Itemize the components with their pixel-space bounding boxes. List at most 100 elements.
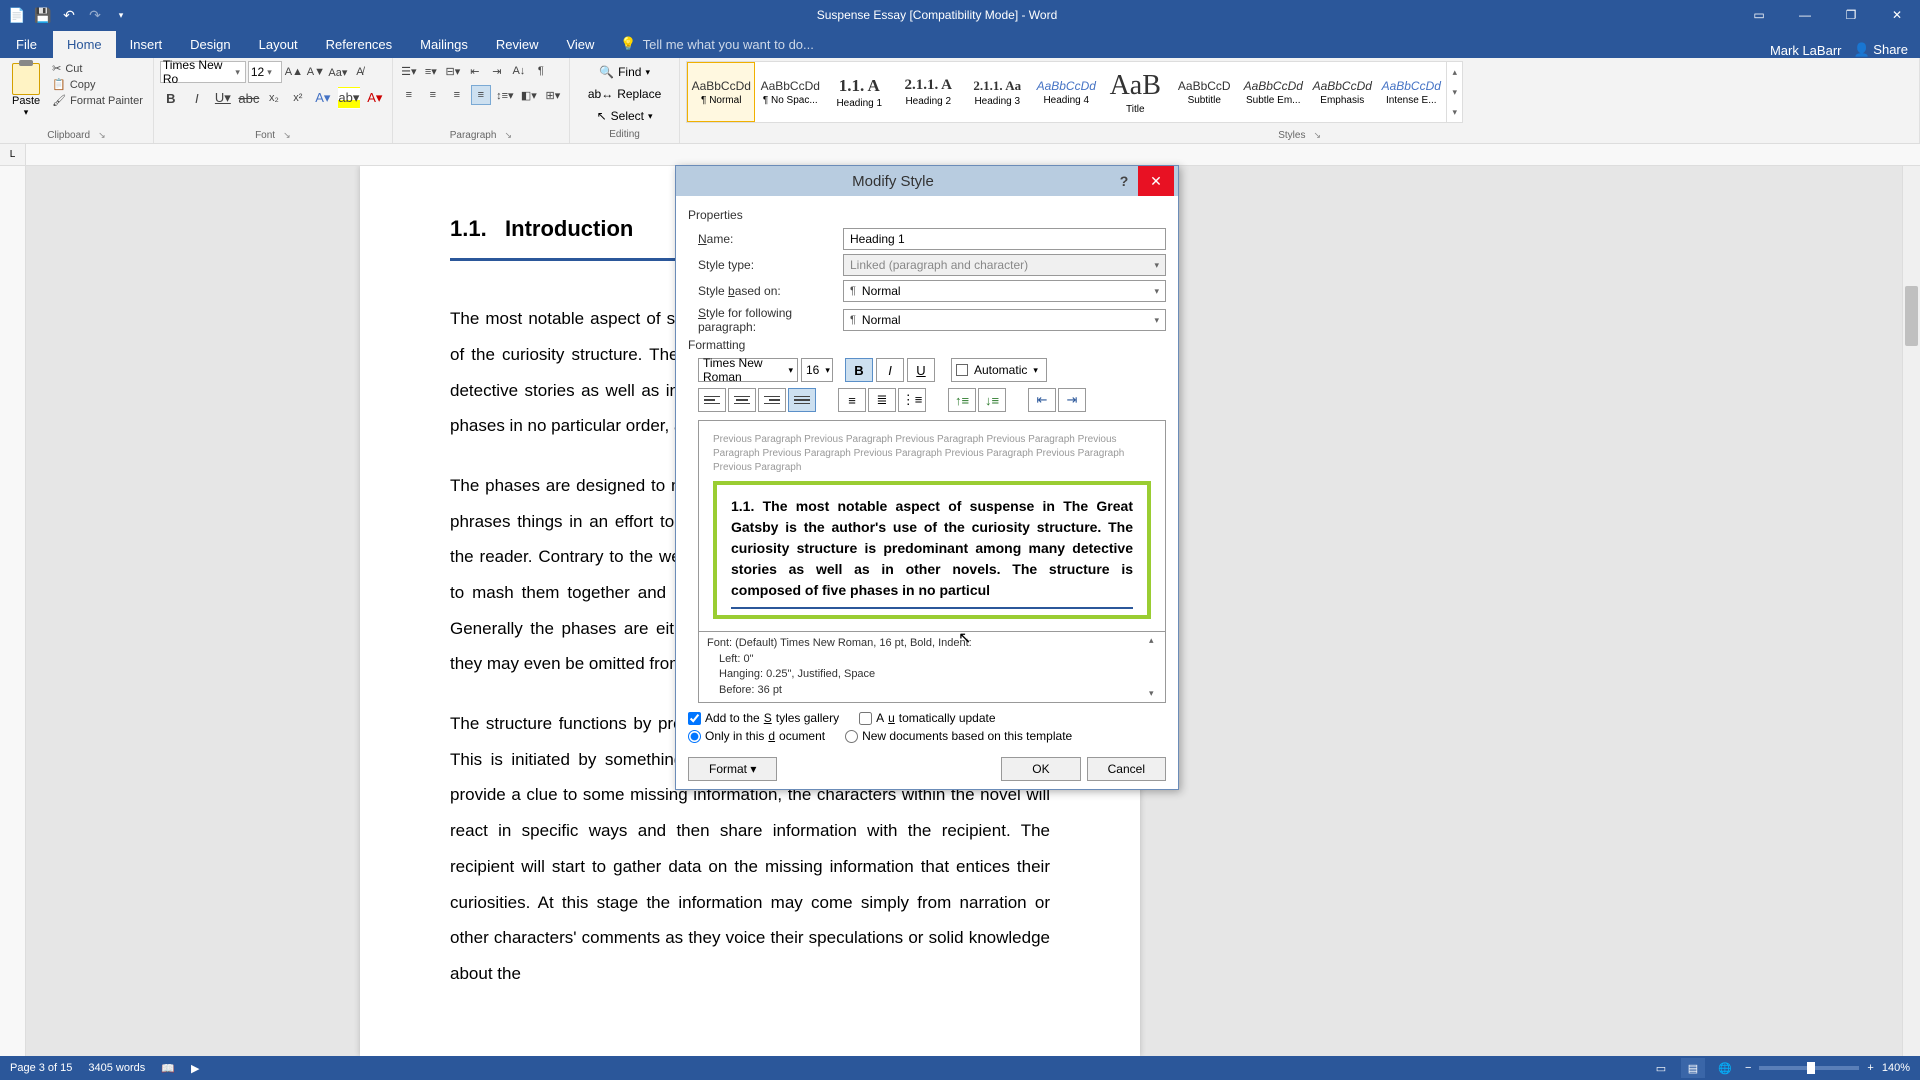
zoom-slider[interactable] <box>1759 1066 1859 1070</box>
find-button[interactable]: 🔍Find ▾ <box>593 63 656 81</box>
bold-button[interactable]: B <box>160 87 182 109</box>
following-combo[interactable]: ¶Normal▾ <box>843 309 1166 331</box>
dlg-spacing-15[interactable]: ≣ <box>868 388 896 412</box>
borders-button[interactable]: ⊞▾ <box>543 85 563 105</box>
dlg-align-left[interactable] <box>698 388 726 412</box>
dlg-align-justify[interactable] <box>788 388 816 412</box>
add-to-gallery-checkbox[interactable]: Add to the Styles gallery <box>688 711 839 725</box>
user-name[interactable]: Mark LaBarr <box>1770 43 1842 58</box>
tab-home[interactable]: Home <box>53 31 116 58</box>
styles-row-down[interactable]: ▾ <box>1447 82 1462 102</box>
style-item-heading-2[interactable]: 2.1.1. AHeading 2 <box>894 62 962 122</box>
redo-icon[interactable]: ↷ <box>86 6 104 24</box>
style-item-heading-4[interactable]: AaBbCcDdHeading 4 <box>1032 62 1100 122</box>
align-center-button[interactable]: ≡ <box>423 85 443 105</box>
new-documents-radio[interactable]: New documents based on this template <box>845 729 1072 743</box>
vertical-scrollbar[interactable] <box>1902 166 1920 1056</box>
tab-insert[interactable]: Insert <box>116 31 177 58</box>
align-right-button[interactable]: ≡ <box>447 85 467 105</box>
format-button[interactable]: Format ▾ <box>688 757 777 781</box>
vertical-ruler[interactable] <box>0 166 26 1056</box>
font-combo[interactable]: Times New Roman▾ <box>698 358 798 382</box>
styles-row-up[interactable]: ▴ <box>1447 62 1462 82</box>
color-combo[interactable]: Automatic▾ <box>951 358 1047 382</box>
desc-scroll-down[interactable]: ▾ <box>1149 687 1163 700</box>
sort-button[interactable]: A↓ <box>509 61 529 81</box>
change-case-icon[interactable]: Aa▾ <box>328 62 348 82</box>
bullets-button[interactable]: ☰▾ <box>399 61 419 81</box>
highlight-button[interactable]: ab▾ <box>338 87 360 109</box>
dlg-italic-button[interactable]: I <box>876 358 904 382</box>
show-marks-button[interactable]: ¶ <box>531 61 551 81</box>
auto-update-checkbox[interactable]: Automatically update <box>859 711 995 725</box>
style-item-emphasis[interactable]: AaBbCcDdEmphasis <box>1308 62 1376 122</box>
font-color-button[interactable]: A▾ <box>364 87 386 109</box>
dlg-align-center[interactable] <box>728 388 756 412</box>
cancel-button[interactable]: Cancel <box>1087 757 1166 781</box>
underline-button[interactable]: U▾ <box>212 87 234 109</box>
dlg-space-before[interactable]: ↑≡ <box>948 388 976 412</box>
justify-button[interactable]: ≡ <box>471 85 491 105</box>
ribbon-display-icon[interactable]: ▭ <box>1736 0 1782 30</box>
undo-icon[interactable]: ↶ <box>60 6 78 24</box>
word-count[interactable]: 3405 words <box>88 1062 145 1074</box>
help-button[interactable]: ? <box>1110 169 1138 193</box>
tab-review[interactable]: Review <box>482 31 553 58</box>
dlg-align-right[interactable] <box>758 388 786 412</box>
style-item-heading-1[interactable]: 1.1. AHeading 1 <box>825 62 893 122</box>
zoom-out-button[interactable]: − <box>1745 1062 1751 1074</box>
style-item-heading-3[interactable]: 2.1.1. AaHeading 3 <box>963 62 1031 122</box>
line-spacing-button[interactable]: ↕≡▾ <box>495 85 515 105</box>
font-size-combo[interactable]: 12▾ <box>248 61 282 83</box>
close-button[interactable]: ✕ <box>1874 0 1920 30</box>
text-effects-button[interactable]: A▾ <box>312 87 334 109</box>
tab-view[interactable]: View <box>552 31 608 58</box>
style-item--no-spac-[interactable]: AaBbCcDd¶ No Spac... <box>756 62 824 122</box>
paste-button[interactable]: Paste ▾ <box>6 61 46 130</box>
scrollbar-thumb[interactable] <box>1905 286 1918 346</box>
dialog-close-button[interactable]: ✕ <box>1138 166 1174 196</box>
style-item--normal[interactable]: AaBbCcDd¶ Normal <box>687 62 755 122</box>
cut-button[interactable]: ✂Cut <box>48 61 147 76</box>
tab-mailings[interactable]: Mailings <box>406 31 482 58</box>
tab-file[interactable]: File <box>0 31 53 58</box>
page-indicator[interactable]: Page 3 of 15 <box>10 1062 72 1074</box>
dlg-spacing-single[interactable]: ≡ <box>838 388 866 412</box>
style-item-intense-e-[interactable]: AaBbCcDdIntense E... <box>1377 62 1445 122</box>
print-layout-button[interactable]: ▤ <box>1681 1058 1705 1078</box>
italic-button[interactable]: I <box>186 87 208 109</box>
maximize-button[interactable]: ❐ <box>1828 0 1874 30</box>
size-combo[interactable]: 16▾ <box>801 358 833 382</box>
style-item-title[interactable]: AaBTitle <box>1101 62 1169 122</box>
share-button[interactable]: 👤 Share <box>1853 42 1908 58</box>
web-layout-button[interactable]: 🌐 <box>1713 1058 1737 1078</box>
select-button[interactable]: ↖Select ▾ <box>591 107 659 125</box>
dlg-space-after[interactable]: ↓≡ <box>978 388 1006 412</box>
read-mode-button[interactable]: ▭ <box>1649 1058 1673 1078</box>
grow-font-icon[interactable]: A▲ <box>284 62 304 82</box>
font-launcher[interactable]: ↘ <box>283 130 291 141</box>
paragraph-launcher[interactable]: ↘ <box>504 130 512 141</box>
dlg-spacing-double[interactable]: ⋮≡ <box>898 388 926 412</box>
style-item-subtle-em-[interactable]: AaBbCcDdSubtle Em... <box>1239 62 1307 122</box>
dialog-titlebar[interactable]: Modify Style ? ✕ <box>676 166 1178 196</box>
desc-scroll-up[interactable]: ▴ <box>1149 634 1163 647</box>
numbering-button[interactable]: ≡▾ <box>421 61 441 81</box>
macro-icon[interactable]: ▶ <box>191 1062 199 1075</box>
decrease-indent-button[interactable]: ⇤ <box>465 61 485 81</box>
only-this-doc-radio[interactable]: Only in this document <box>688 729 825 743</box>
qat-more-icon[interactable]: ▾ <box>112 6 130 24</box>
styles-more-button[interactable]: ▾ <box>1447 102 1462 122</box>
dlg-bold-button[interactable]: B <box>845 358 873 382</box>
align-left-button[interactable]: ≡ <box>399 85 419 105</box>
styles-launcher[interactable]: ↘ <box>1313 130 1321 141</box>
clear-formatting-icon[interactable]: A̸ <box>350 62 370 82</box>
minimize-button[interactable]: — <box>1782 0 1828 30</box>
subscript-button[interactable]: x₂ <box>264 88 284 108</box>
increase-indent-button[interactable]: ⇥ <box>487 61 507 81</box>
replace-button[interactable]: ab↔Replace <box>582 85 667 103</box>
name-input[interactable]: Heading 1 <box>843 228 1166 250</box>
dlg-decrease-indent[interactable]: ⇤ <box>1028 388 1056 412</box>
dlg-underline-button[interactable]: U <box>907 358 935 382</box>
ruler-corner[interactable]: L <box>0 144 26 165</box>
